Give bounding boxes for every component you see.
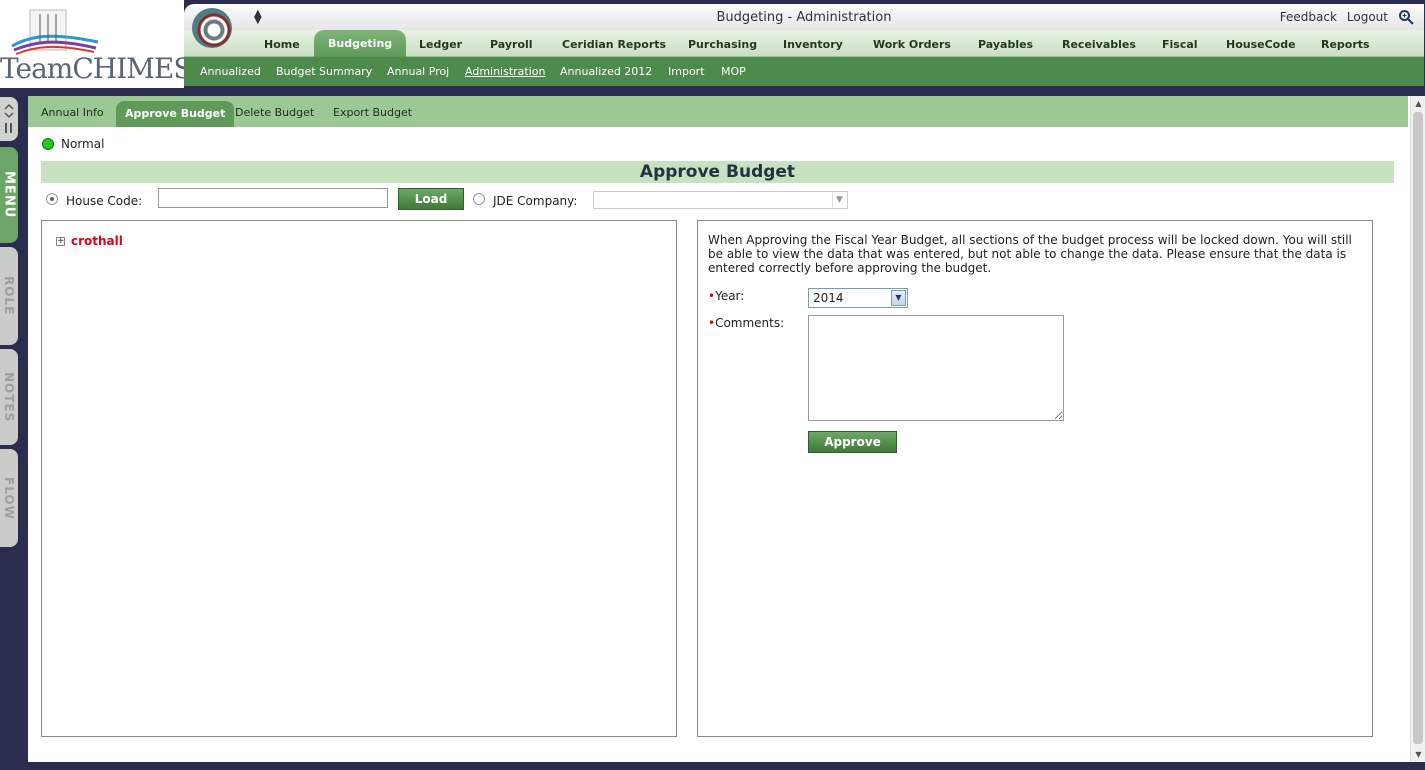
logout-link[interactable]: Logout xyxy=(1347,10,1388,24)
nav-tab-ceridian-reports[interactable]: Ceridian Reports xyxy=(562,38,666,51)
house-code-label: House Code: xyxy=(66,194,143,208)
sub-navigation: Annualized Budget Summary Annual Proj Ad… xyxy=(184,57,1424,86)
nav-tab-payables[interactable]: Payables xyxy=(978,38,1033,51)
sidetab-notes-label: NOTES xyxy=(2,371,16,423)
approve-form: When Approving the Fiscal Year Budget, a… xyxy=(697,220,1373,737)
sidetab-notes[interactable]: NOTES xyxy=(0,349,18,445)
nav-tab-receivables[interactable]: Receivables xyxy=(1062,38,1136,51)
scroll-up-icon[interactable]: ▲ xyxy=(1411,96,1425,111)
main-navigation: Home Budgeting Ledger Payroll Ceridian R… xyxy=(184,30,1424,57)
app-header: Budgeting - Administration Feedback Logo… xyxy=(184,4,1424,86)
subnav-mop[interactable]: MOP xyxy=(721,65,746,78)
nav-tab-work-orders[interactable]: Work Orders xyxy=(873,38,951,51)
sidebar-toggle[interactable] xyxy=(0,97,18,141)
comments-textarea[interactable] xyxy=(808,315,1064,421)
subnav-annualized[interactable]: Annualized xyxy=(200,65,261,78)
subnav-budget-summary[interactable]: Budget Summary xyxy=(276,65,372,78)
header-links: Feedback Logout xyxy=(1280,9,1414,25)
scrollbar-thumb[interactable] xyxy=(1413,112,1423,744)
magnifier-icon[interactable] xyxy=(1398,9,1414,25)
subnav-import[interactable]: Import xyxy=(668,65,705,78)
nav-tab-reports[interactable]: Reports xyxy=(1321,38,1370,51)
subnav-annualized-2012[interactable]: Annualized 2012 xyxy=(560,65,652,78)
house-code-tree: + crothall xyxy=(41,220,677,737)
comments-label: •Comments: xyxy=(708,316,784,330)
approve-button[interactable]: Approve xyxy=(808,431,897,453)
chevron-down-icon: ▼ xyxy=(832,193,846,207)
jde-company-label: JDE Company: xyxy=(493,194,578,208)
nav-tab-purchasing[interactable]: Purchasing xyxy=(688,38,757,51)
tab-export-budget[interactable]: Export Budget xyxy=(333,106,412,119)
teamchimes-logo: TeamCHIMES xyxy=(0,0,193,88)
logo-mark-icon xyxy=(11,9,99,55)
collapse-header-icon[interactable]: ▲ ▼ xyxy=(254,9,262,26)
title-bar: Budgeting - Administration Feedback Logo… xyxy=(184,4,1424,30)
comments-label-text: Comments: xyxy=(715,316,785,330)
sidetab-menu-label: MENU xyxy=(1,171,17,219)
vertical-scrollbar[interactable]: ▲ ▼ xyxy=(1410,96,1425,762)
house-code-input[interactable] xyxy=(158,188,388,208)
house-code-radio[interactable] xyxy=(46,193,58,205)
status-label: Normal xyxy=(61,137,105,151)
sidetab-role[interactable]: ROLE xyxy=(0,247,18,345)
sidetab-role-label: ROLE xyxy=(2,276,16,316)
tab-approve-budget[interactable]: Approve Budget xyxy=(116,101,235,127)
content-area: Annual Info Approve Budget Delete Budget… xyxy=(28,96,1423,762)
tab-delete-budget[interactable]: Delete Budget xyxy=(235,106,314,119)
scroll-down-icon[interactable]: ▼ xyxy=(1411,747,1425,762)
nav-tab-budgeting[interactable]: Budgeting xyxy=(314,30,407,57)
tree-node[interactable]: + crothall xyxy=(56,234,123,248)
sidetab-menu[interactable]: MENU xyxy=(0,147,18,243)
nav-tab-ledger[interactable]: Ledger xyxy=(419,38,462,51)
nav-tab-fiscal[interactable]: Fiscal xyxy=(1162,38,1198,51)
year-label-text: Year: xyxy=(715,289,745,303)
year-select[interactable]: 2014 ▼ xyxy=(808,288,908,308)
expand-collapse-icon xyxy=(4,103,14,133)
jde-company-select[interactable]: ▼ xyxy=(593,191,848,209)
load-button[interactable]: Load xyxy=(398,188,464,210)
nav-tab-inventory[interactable]: Inventory xyxy=(783,38,843,51)
sidetab-flow[interactable]: FLOW xyxy=(0,449,18,547)
chevron-down-icon[interactable]: ▼ xyxy=(891,290,906,306)
subnav-administration[interactable]: Administration xyxy=(465,65,546,78)
tree-node-label[interactable]: crothall xyxy=(71,234,123,248)
house-code-selector: House Code: Load JDE Company: ▼ xyxy=(46,188,866,212)
content-tabs: Annual Info Approve Budget Delete Budget… xyxy=(28,96,1408,127)
year-label: •Year: xyxy=(708,289,744,303)
subnav-annual-proj[interactable]: Annual Proj xyxy=(387,65,449,78)
status-indicator: Normal xyxy=(42,137,104,151)
app-title: Budgeting - Administration xyxy=(716,10,892,25)
tab-annual-info[interactable]: Annual Info xyxy=(41,106,104,119)
section-title: Approve Budget xyxy=(41,161,1394,183)
feedback-link[interactable]: Feedback xyxy=(1280,10,1337,24)
expand-plus-icon[interactable]: + xyxy=(56,236,65,246)
nav-tab-home[interactable]: Home xyxy=(264,38,300,51)
status-dot-icon xyxy=(42,138,54,150)
app-swirl-icon[interactable] xyxy=(192,8,232,48)
logo-wordmark: TeamCHIMES xyxy=(0,52,193,85)
sidetab-flow-label: FLOW xyxy=(2,476,16,520)
jde-company-radio[interactable] xyxy=(473,193,485,205)
nav-tab-housecode[interactable]: HouseCode xyxy=(1226,38,1296,51)
year-value: 2014 xyxy=(813,291,844,305)
approve-info-text: When Approving the Fiscal Year Budget, a… xyxy=(708,233,1352,275)
nav-tab-payroll[interactable]: Payroll xyxy=(490,38,533,51)
